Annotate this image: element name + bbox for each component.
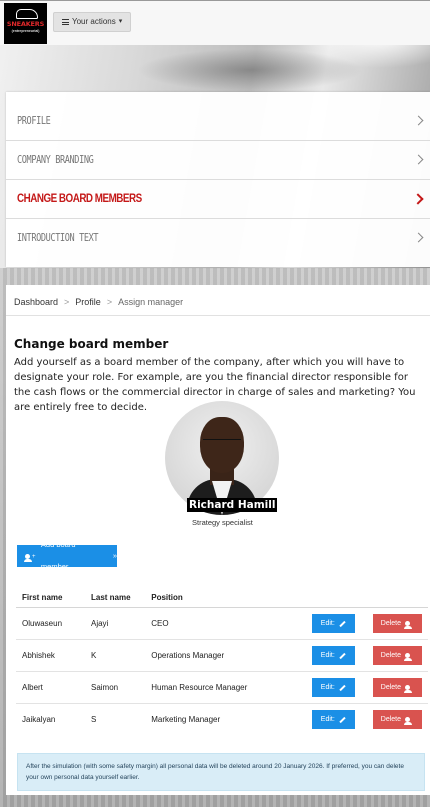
delete-button[interactable]: Delete: [372, 646, 422, 665]
table-row: Oluwaseun Ajayi CEO Edit: Delete: [16, 607, 428, 640]
edit-button[interactable]: Edit:: [311, 710, 355, 729]
chevron-right-icon: [413, 115, 424, 126]
menu-item-label: INTRODUCTION TEXT: [17, 231, 99, 244]
delete-cell: Delete: [366, 671, 428, 704]
board-members-table: First name Last name Position Oluwaseun …: [16, 587, 428, 735]
profile-role: Strategy specialist: [192, 518, 253, 527]
table-row: Jaikalyan S Marketing Manager Edit: Dele…: [16, 703, 428, 735]
brand-logo[interactable]: SNEAKERS (entrepreneurial): [4, 3, 47, 44]
menu-item-label: PROFILE: [17, 114, 51, 127]
remove-user-icon: [403, 717, 412, 725]
breadcrumb-dashboard[interactable]: Dashboard: [14, 297, 58, 307]
chevron-right-icon: [413, 154, 424, 165]
edit-cell: Edit:: [305, 671, 367, 704]
divider: [6, 315, 430, 316]
your-actions-label: Your actions: [72, 17, 116, 26]
delete-cell: Delete: [366, 639, 428, 672]
edit-cell: Edit:: [305, 703, 367, 735]
table-row: Albert Saimon Human Resource Manager Edi…: [16, 671, 428, 704]
position-cell: CEO: [145, 607, 306, 640]
your-actions-button[interactable]: Your actions ▾: [53, 12, 132, 32]
first-name-cell: Abhishek: [16, 639, 85, 672]
edit-button[interactable]: Edit:: [311, 646, 355, 665]
chevron-right-icon: [412, 193, 424, 205]
pencil-icon: [339, 620, 346, 627]
breadcrumb-current: Assign manager: [118, 297, 184, 307]
edit-cell: Edit:: [305, 639, 367, 672]
delete-cell: Delete: [366, 703, 428, 735]
last-name-cell: Saimon: [84, 671, 146, 704]
col-first-name: First name: [16, 587, 85, 608]
table-row: Abhishek K Operations Manager Edit: Dele…: [16, 639, 428, 672]
delete-label: Delete: [380, 652, 401, 659]
profile-name: Richard Hamill: [187, 498, 278, 512]
edit-label: Edit:: [320, 652, 335, 659]
table-header-row: First name Last name Position: [16, 587, 428, 608]
first-name-cell: Albert: [16, 671, 85, 704]
delete-label: Delete: [380, 716, 401, 723]
col-last-name: Last name: [84, 587, 146, 608]
edit-button[interactable]: Edit:: [311, 614, 355, 633]
remove-user-icon: [403, 621, 412, 629]
col-delete: [366, 587, 428, 608]
avatar-glasses: [203, 439, 241, 447]
caret-down-icon: ▾: [118, 18, 123, 25]
add-board-member-label: Add board member: [40, 540, 76, 571]
delete-button[interactable]: Delete: [372, 678, 422, 697]
position-cell: Operations Manager: [145, 639, 306, 672]
col-edit: [305, 587, 367, 608]
data-retention-notice: After the simulation (with some safety m…: [17, 753, 425, 791]
position-cell: Marketing Manager: [145, 703, 306, 735]
remove-user-icon: [403, 685, 412, 693]
logo-brand-text: SNEAKERS: [6, 20, 45, 28]
edit-cell: Edit:: [305, 607, 367, 640]
edit-label: Edit:: [320, 684, 335, 691]
edit-label: Edit:: [320, 620, 335, 627]
menu-item-profile[interactable]: PROFILE: [6, 102, 430, 141]
position-cell: Human Resource Manager: [145, 671, 306, 704]
sneaker-icon: [16, 9, 38, 19]
pencil-icon: [339, 684, 346, 691]
edit-label: Edit:: [320, 716, 335, 723]
breadcrumb-separator: >: [106, 297, 113, 307]
menu-item-change-board-members[interactable]: CHANGE BOARD MEMBERS: [6, 180, 430, 219]
last-name-cell: Ajayi: [84, 607, 146, 640]
col-position: Position: [145, 587, 306, 608]
pencil-icon: [339, 652, 346, 659]
delete-button[interactable]: Delete: [372, 614, 422, 633]
breadcrumb: Dashboard > Profile > Assign manager: [14, 297, 183, 307]
delete-label: Delete: [380, 684, 401, 691]
delete-cell: Delete: [366, 607, 428, 640]
edit-button[interactable]: Edit:: [311, 678, 355, 697]
menu-bars-icon: [62, 19, 69, 25]
menu-item-label: COMPANY BRANDING: [17, 153, 94, 166]
last-name-cell: S: [84, 703, 146, 735]
breadcrumb-separator: >: [64, 297, 70, 307]
breadcrumb-profile[interactable]: Profile: [75, 297, 101, 307]
add-user-icon: +: [23, 553, 36, 562]
menu-item-introduction-text[interactable]: INTRODUCTION TEXT: [6, 219, 430, 258]
main-content: Dashboard > Profile > Assign manager Cha…: [6, 285, 430, 795]
first-name-cell: Oluwaseun: [16, 607, 85, 640]
profile-menu: PROFILE COMPANY BRANDING CHANGE BOARD ME…: [6, 92, 430, 267]
delete-button[interactable]: Delete: [372, 710, 422, 729]
remove-user-icon: [403, 653, 412, 661]
pencil-icon: [339, 716, 346, 723]
delete-label: Delete: [380, 620, 401, 627]
top-bar: SNEAKERS (entrepreneurial) Your actions …: [0, 0, 430, 45]
last-name-cell: K: [84, 639, 146, 672]
add-board-member-button[interactable]: + Add board member »: [17, 540, 117, 571]
first-name-cell: Jaikalyan: [16, 703, 85, 735]
logo-tagline: (entrepreneurial): [11, 29, 40, 33]
page-title: Change board member: [14, 337, 169, 351]
menu-item-label: CHANGE BOARD MEMBERS: [17, 191, 142, 205]
menu-item-company-branding[interactable]: COMPANY BRANDING: [6, 141, 430, 180]
chevron-right-icon: [413, 232, 424, 243]
double-chevron-icon: »: [112, 551, 117, 560]
